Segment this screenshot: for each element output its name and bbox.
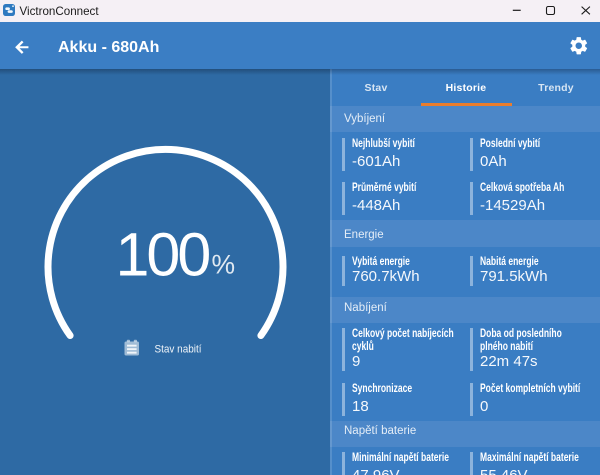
svg-text:%: % [212, 249, 236, 279]
svg-text:100: 100 [116, 221, 210, 289]
svg-text:Stav nabití: Stav nabití [155, 343, 203, 355]
